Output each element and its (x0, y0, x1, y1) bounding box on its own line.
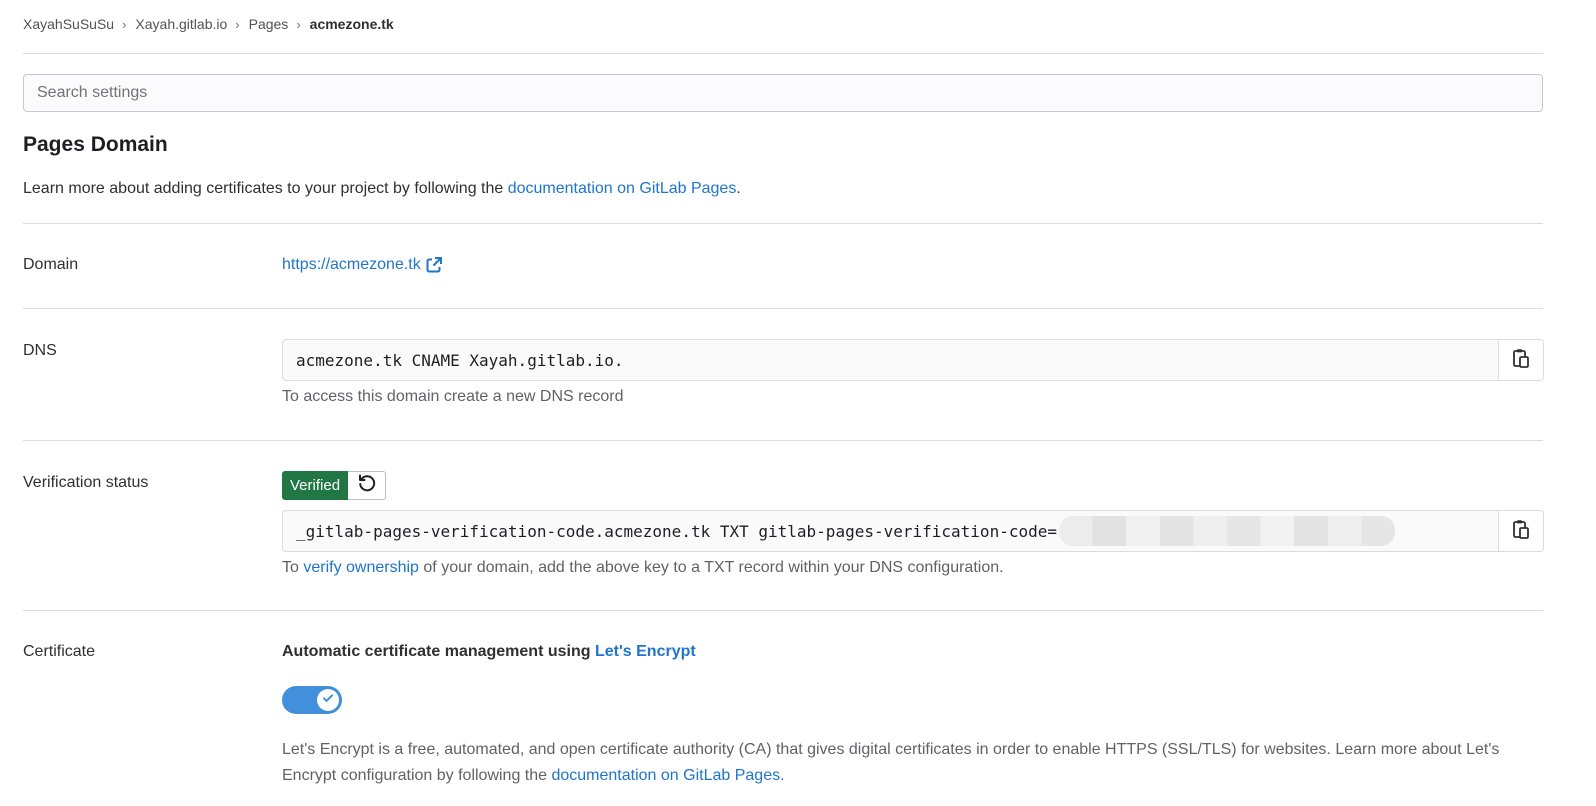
intro-text: Learn more about adding certificates to … (23, 180, 508, 197)
verification-record-field: _gitlab-pages-verification-code.acmezone… (282, 510, 1544, 552)
breadcrumb-item-project[interactable]: Xayah.gitlab.io (135, 16, 227, 32)
retry-verification-button[interactable] (348, 471, 387, 500)
page-title: Pages Domain (23, 133, 168, 156)
domain-url-link[interactable]: https://acmezone.tk (282, 256, 421, 274)
check-icon (322, 691, 334, 709)
certificate-label: Certificate (23, 643, 96, 660)
breadcrumb-separator: › (296, 16, 301, 32)
divider (23, 223, 1543, 224)
copy-dns-button[interactable] (1498, 340, 1543, 380)
certificate-documentation-link[interactable]: documentation on GitLab Pages (551, 767, 780, 784)
certificate-description: Let's Encrypt is a free, automated, and … (282, 737, 1544, 789)
verification-record-value[interactable]: _gitlab-pages-verification-code.acmezone… (283, 511, 1498, 551)
redacted-code (1059, 516, 1395, 546)
dns-record-field: acmezone.tk CNAME Xayah.gitlab.io. (282, 339, 1544, 381)
dns-help-text: To access this domain create a new DNS r… (282, 388, 624, 405)
breadcrumb: XayahSuSuSu › Xayah.gitlab.io › Pages › … (23, 14, 394, 34)
lets-encrypt-link[interactable]: Let's Encrypt (595, 643, 696, 660)
breadcrumb-item-current: acmezone.tk (309, 16, 394, 32)
certificate-heading: Automatic certificate management using L… (282, 643, 696, 661)
verification-help-text: To verify ownership of your domain, add … (282, 559, 1004, 577)
retry-icon (357, 473, 377, 498)
copy-verification-button[interactable] (1498, 511, 1543, 551)
page-intro: Learn more about adding certificates to … (23, 180, 741, 198)
verified-badge: Verified (282, 471, 349, 500)
domain-label: Domain (23, 256, 79, 273)
dns-record-value[interactable]: acmezone.tk CNAME Xayah.gitlab.io. (283, 340, 1498, 380)
domain-url: https://acmezone.tk (282, 256, 442, 274)
search-settings (23, 74, 1543, 112)
search-input[interactable] (24, 75, 1542, 111)
breadcrumb-separator: › (235, 16, 240, 32)
copy-to-clipboard-icon (1512, 348, 1530, 373)
verification-record-text: _gitlab-pages-verification-code.acmezone… (296, 521, 1057, 541)
verification-label: Verification status (23, 474, 149, 491)
divider (23, 610, 1543, 611)
verification-help-prefix: To (282, 559, 304, 576)
lets-encrypt-toggle[interactable] (282, 686, 342, 714)
copy-to-clipboard-icon (1512, 519, 1530, 544)
documentation-link[interactable]: documentation on GitLab Pages (508, 180, 737, 197)
divider (23, 308, 1543, 309)
external-link-icon[interactable] (426, 257, 442, 273)
certificate-heading-text: Automatic certificate management using (282, 643, 595, 660)
intro-suffix: . (736, 180, 741, 197)
certificate-description-suffix: . (780, 767, 785, 784)
divider (23, 440, 1543, 441)
verification-help-suffix: of your domain, add the above key to a T… (418, 559, 1004, 576)
breadcrumb-item-pages[interactable]: Pages (249, 16, 289, 32)
breadcrumb-item-user[interactable]: XayahSuSuSu (23, 16, 114, 32)
divider (23, 53, 1543, 54)
certificate-description-text: Let's Encrypt is a free, automated, and … (282, 741, 1500, 784)
verify-ownership-link[interactable]: verify ownership (303, 559, 419, 576)
breadcrumb-separator: › (122, 16, 127, 32)
verification-status: Verified (282, 471, 387, 500)
toggle-knob (317, 689, 339, 711)
dns-label: DNS (23, 342, 57, 359)
